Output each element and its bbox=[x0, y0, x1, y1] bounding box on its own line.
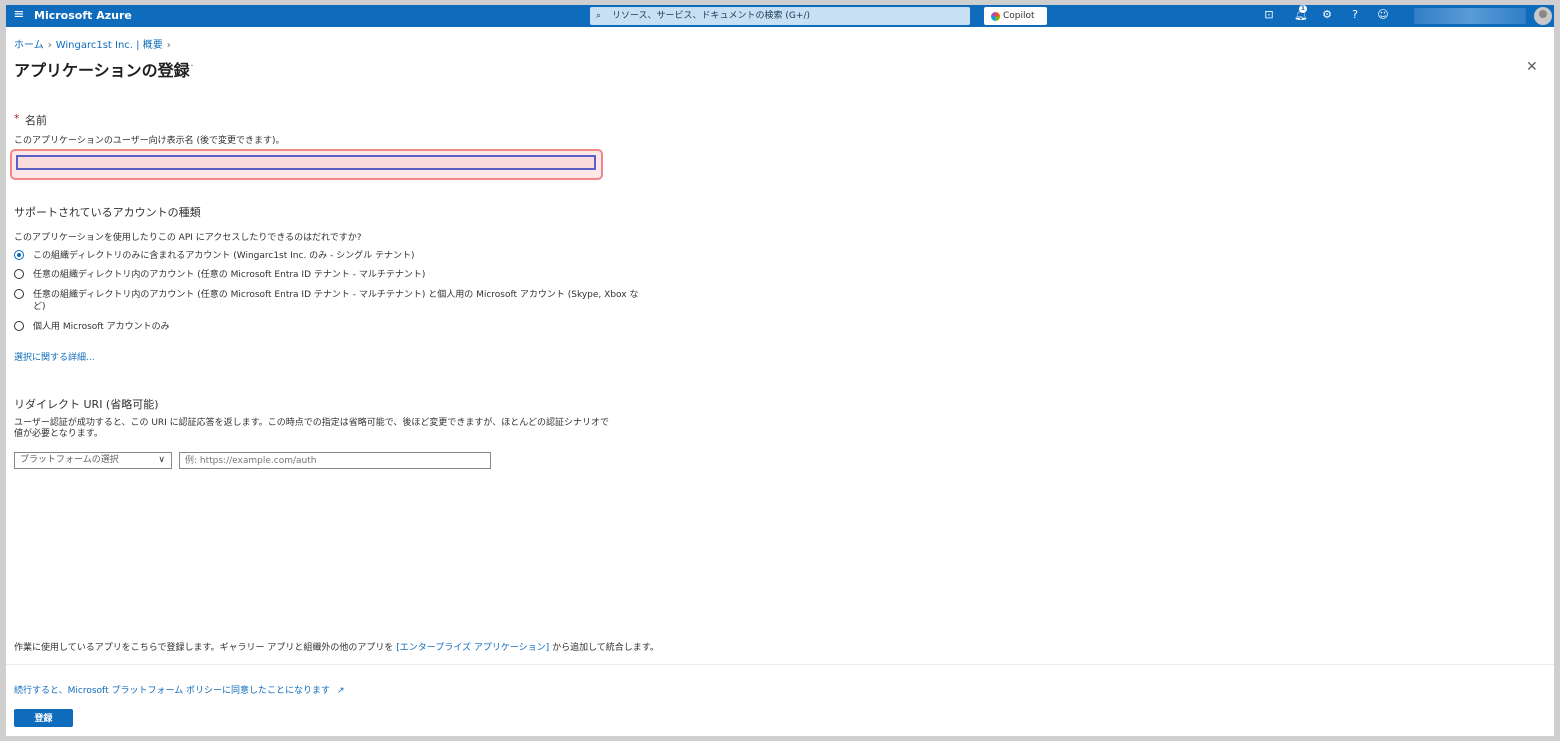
platform-policy-text: 続行すると、Microsoft プラットフォーム ポリシーに同意したことになりま… bbox=[14, 686, 331, 696]
external-link-icon: ↗ bbox=[336, 686, 345, 696]
user-avatar[interactable] bbox=[1534, 7, 1552, 25]
copilot-label: Copilot bbox=[1003, 11, 1035, 21]
top-bar: ≡ Microsoft Azure ⌕ リソース、サービス、ドキュメントの検索 … bbox=[6, 5, 1554, 27]
name-input[interactable] bbox=[16, 155, 596, 170]
account-types-question: このアプリケーションを使用したりこの API にアクセスしたりできるのはだれです… bbox=[14, 233, 362, 243]
more-options-icon[interactable]: ··· bbox=[184, 61, 194, 72]
account-type-label-continued: ど) bbox=[33, 302, 46, 312]
brand-logo-text[interactable]: Microsoft Azure bbox=[34, 8, 132, 23]
global-search-input[interactable]: ⌕ リソース、サービス、ドキュメントの検索 (G+/) bbox=[590, 7, 970, 25]
hamburger-menu-icon[interactable]: ≡ bbox=[12, 8, 26, 22]
account-type-label: この組織ディレクトリのみに含まれるアカウント (Wingarc1st Inc. … bbox=[33, 251, 415, 261]
help-icon[interactable]: ? bbox=[1348, 8, 1362, 22]
copilot-icon bbox=[991, 12, 1000, 21]
search-placeholder: リソース、サービス、ドキュメントの検索 (G+/) bbox=[612, 11, 810, 21]
breadcrumb-home-link[interactable]: ホーム bbox=[14, 40, 44, 51]
chevron-down-icon: ∨ bbox=[158, 455, 165, 465]
divider bbox=[6, 664, 1554, 665]
name-description: このアプリケーションのユーザー向け表示名 (後で変更できます)。 bbox=[14, 136, 285, 146]
breadcrumb-separator-icon: › bbox=[166, 40, 171, 51]
platform-policy-link[interactable]: 続行すると、Microsoft プラットフォーム ポリシーに同意したことになりま… bbox=[14, 683, 344, 696]
search-icon: ⌕ bbox=[596, 11, 602, 21]
radio-selected-icon[interactable] bbox=[14, 250, 24, 260]
redirect-uri-input[interactable] bbox=[179, 452, 491, 469]
close-icon[interactable]: ✕ bbox=[1526, 59, 1538, 75]
footer-note: 作業に使用しているアプリをこちらで登録します。ギャラリー アプリと組織外の他のア… bbox=[14, 640, 659, 653]
name-label: 名前 bbox=[25, 114, 47, 127]
platform-select-dropdown[interactable]: プラットフォームの選択 ∨ bbox=[14, 452, 172, 469]
account-type-details-link[interactable]: 選択に関する詳細... bbox=[14, 350, 95, 363]
account-directory-button[interactable] bbox=[1414, 8, 1526, 24]
radio-unselected-icon[interactable] bbox=[14, 289, 24, 299]
enterprise-apps-link[interactable]: [エンタープライズ アプリケーション] bbox=[396, 643, 549, 653]
required-mark: * bbox=[14, 112, 20, 125]
notification-count-badge: 1 bbox=[1299, 5, 1307, 13]
account-type-label: 任意の組織ディレクトリ内のアカウント (任意の Microsoft Entra … bbox=[33, 270, 426, 280]
radio-unselected-icon[interactable] bbox=[14, 269, 24, 279]
feedback-icon[interactable]: ☺ bbox=[1376, 8, 1390, 22]
breadcrumb: ホーム › Wingarc1st Inc. | 概要 › bbox=[14, 36, 175, 51]
azure-portal-window: ≡ Microsoft Azure ⌕ リソース、サービス、ドキュメントの検索 … bbox=[6, 5, 1554, 736]
footer-note-text: 作業に使用しているアプリをこちらで登録します。ギャラリー アプリと組織外の他のア… bbox=[14, 643, 397, 653]
breadcrumb-tenant-link[interactable]: Wingarc1st Inc. | 概要 bbox=[56, 40, 163, 51]
cloud-shell-icon[interactable]: ⊡ bbox=[1262, 8, 1276, 22]
account-types-heading: サポートされているアカウントの種類 bbox=[14, 206, 201, 219]
redirect-uri-heading: リダイレクト URI (省略可能) bbox=[14, 398, 159, 411]
register-button[interactable]: 登録 bbox=[14, 709, 73, 727]
redirect-uri-description: ユーザー認証が成功すると、この URI に認証応答を返します。この時点での指定は… bbox=[14, 418, 609, 439]
account-type-label: 個人用 Microsoft アカウントのみ bbox=[33, 322, 170, 332]
copilot-button[interactable]: Copilot bbox=[984, 7, 1047, 25]
radio-unselected-icon[interactable] bbox=[14, 321, 24, 331]
breadcrumb-separator-icon: › bbox=[47, 40, 52, 51]
account-type-label: 任意の組織ディレクトリ内のアカウント (任意の Microsoft Entra … bbox=[33, 290, 639, 300]
footer-note-text-end: から追加して統合します。 bbox=[549, 643, 659, 653]
name-input-highlight bbox=[10, 149, 603, 180]
platform-select-value: プラットフォームの選択 bbox=[20, 455, 119, 465]
page-title: アプリケーションの登録 bbox=[14, 61, 190, 80]
settings-gear-icon[interactable]: ⚙ bbox=[1320, 8, 1334, 22]
